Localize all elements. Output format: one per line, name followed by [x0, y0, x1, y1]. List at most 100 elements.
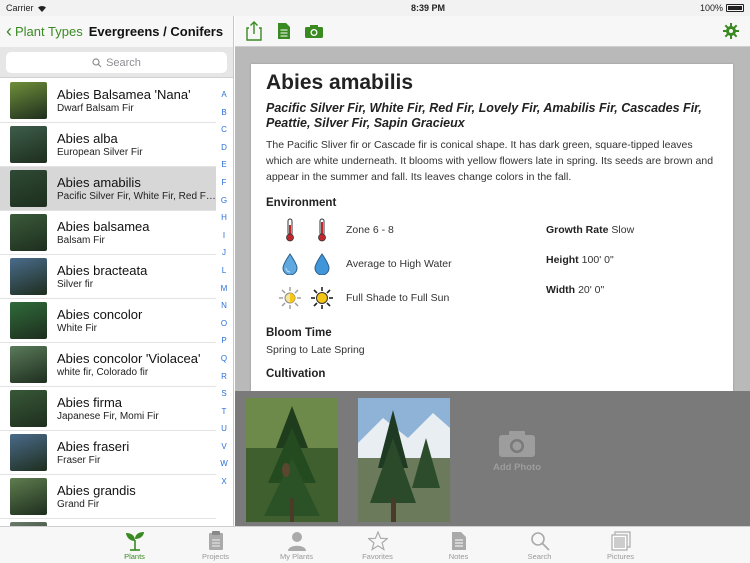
index-letter[interactable]: I: [223, 227, 225, 245]
search-icon: [92, 57, 102, 67]
index-letter[interactable]: Q: [221, 350, 227, 368]
back-button[interactable]: ‹ Plant Types: [6, 20, 83, 41]
index-letter[interactable]: L: [222, 262, 226, 280]
plant-list-item[interactable]: Abies bracteata Silver fir: [0, 255, 216, 299]
index-letter[interactable]: C: [221, 121, 227, 139]
index-letter[interactable]: O: [221, 315, 227, 333]
plant-photo[interactable]: [358, 398, 450, 522]
plant-name: Abies concolor: [57, 307, 143, 322]
plant-list-item[interactable]: Abies fraseri Fraser Fir: [0, 431, 216, 475]
width-label: Width: [546, 284, 576, 296]
plant-description: The Pacific Sliver fir or Cascade fir is…: [266, 139, 714, 183]
index-letter[interactable]: A: [221, 86, 226, 104]
tab-notes[interactable]: Notes: [418, 527, 499, 563]
tab-label: Pictures: [606, 552, 635, 561]
tab-pictures[interactable]: Pictures: [580, 527, 661, 563]
plant-thumbnail: [10, 82, 47, 119]
detail-panel: Abies amabilis Pacific Silver Fir, White…: [235, 16, 750, 526]
index-letter[interactable]: U: [221, 420, 227, 438]
wifi-icon: [37, 5, 46, 12]
plant-name: Abies Balsamea 'Nana': [57, 87, 191, 102]
plant-list-item[interactable]: Abies amabilis Pacific Silver Fir, White …: [0, 167, 216, 211]
plant-common-name: Pacific Silver Fir, White Fir, Red Fir, …: [57, 191, 216, 202]
species-title: Abies amabilis: [266, 71, 414, 94]
share-icon[interactable]: [243, 20, 265, 42]
zone-value: Zone 6 - 8: [346, 224, 394, 236]
search-icon: [530, 531, 550, 552]
index-letter[interactable]: E: [221, 156, 226, 174]
index-letter[interactable]: N: [221, 297, 227, 315]
growth-rate-value: Slow: [611, 224, 635, 236]
gear-icon[interactable]: [720, 20, 742, 42]
tab-search[interactable]: Search: [499, 527, 580, 563]
plant-list-item[interactable]: Abies balsamea Balsam Fir: [0, 211, 216, 255]
search-input[interactable]: Search: [6, 52, 227, 73]
plant-thumbnail: [10, 302, 47, 339]
battery-percent: 100%: [699, 3, 723, 13]
add-photo-label: Add Photo: [492, 462, 541, 473]
width-value: 20' 0": [578, 284, 605, 296]
status-right: 100%: [700, 3, 744, 13]
plant-common-name: White Fir: [57, 323, 97, 334]
plant-text: Abies grandis Grand Fir: [57, 483, 216, 510]
index-letter[interactable]: S: [221, 385, 226, 403]
index-letter[interactable]: P: [221, 332, 226, 350]
index-letter[interactable]: J: [222, 244, 226, 262]
plant-list-item[interactable]: Abies Balsamea 'Nana' Dwarf Balsam Fir: [0, 79, 216, 123]
plant-name: Abies alba: [57, 131, 118, 146]
document-icon[interactable]: [273, 20, 295, 42]
tab-label: Favorites: [362, 552, 393, 561]
tab-my-plants[interactable]: My Plants: [256, 527, 337, 563]
tab-projects[interactable]: Projects: [175, 527, 256, 563]
index-letter[interactable]: G: [221, 192, 227, 210]
plant-list-item[interactable]: Abies grandis Grand Fir: [0, 475, 216, 519]
index-letter[interactable]: M: [221, 280, 228, 298]
thermometer-icon: [286, 218, 294, 242]
environment-heading: Environment: [266, 197, 337, 209]
plant-common-name: Silver fir: [57, 279, 94, 290]
plant-name: Abies bracteata: [57, 263, 148, 278]
water-row: Average to High Water: [266, 247, 546, 281]
height-value: 100' 0": [581, 254, 614, 266]
tab-favorites[interactable]: Favorites: [337, 527, 418, 563]
plant-text: Abies alba European Silver Fir: [57, 131, 216, 158]
plant-common-name: Balsam Fir: [57, 235, 105, 246]
index-letter[interactable]: W: [220, 455, 228, 473]
search-placeholder: Search: [106, 56, 141, 69]
plant-list-item[interactable]: Abies concolor White Fir: [0, 299, 216, 343]
growth-rate-label: Growth Rate: [546, 224, 609, 236]
plant-list-item[interactable]: Abies alba European Silver Fir: [0, 123, 216, 167]
plant-thumbnail: [10, 258, 47, 295]
detail-scroll-area[interactable]: Abies amabilis Pacific Silver Fir, White…: [235, 47, 750, 391]
plant-text: Abies firma Japanese Fir, Momi Fir: [57, 395, 216, 422]
plant-list: Abies Balsamea 'Nana' Dwarf Balsam Fir Abi…: [0, 79, 216, 526]
plant-list-item[interactable]: [0, 519, 216, 526]
chevron-left-icon: ‹: [6, 20, 12, 41]
index-letter[interactable]: D: [221, 139, 227, 157]
camera-icon: [499, 431, 535, 457]
sun-row: Full Shade to Full Sun: [266, 281, 546, 315]
thermometer-icon: [318, 218, 326, 242]
index-letter[interactable]: F: [222, 174, 227, 192]
add-photo-button[interactable]: Add Photo: [487, 429, 547, 473]
width-stat: Width 20' 0": [546, 275, 634, 305]
alphabet-index[interactable]: ABCDEFGHIJLMNOPQRSTUVWX: [216, 86, 232, 491]
camera-icon[interactable]: [303, 20, 325, 42]
index-letter[interactable]: H: [221, 209, 227, 227]
index-letter[interactable]: V: [221, 438, 226, 456]
status-time: 8:39 PM: [410, 3, 445, 13]
water-value: Average to High Water: [346, 258, 452, 270]
plant-list-item[interactable]: Abies concolor 'Violacea' white fir, Colo…: [0, 343, 216, 387]
bloom-value: Spring to Late Spring: [266, 344, 365, 356]
carrier-label: Carrier: [6, 3, 34, 13]
index-letter[interactable]: R: [221, 368, 227, 386]
tab-label: Plants: [124, 552, 145, 561]
plant-list-item[interactable]: Abies firma Japanese Fir, Momi Fir: [0, 387, 216, 431]
tab-plants[interactable]: Plants: [94, 527, 175, 563]
index-letter[interactable]: X: [221, 473, 226, 491]
detail-toolbar: [235, 16, 750, 47]
plant-photo[interactable]: [246, 398, 338, 522]
index-letter[interactable]: B: [221, 104, 226, 122]
index-letter[interactable]: T: [222, 403, 227, 421]
plant-thumbnail: [10, 434, 47, 471]
